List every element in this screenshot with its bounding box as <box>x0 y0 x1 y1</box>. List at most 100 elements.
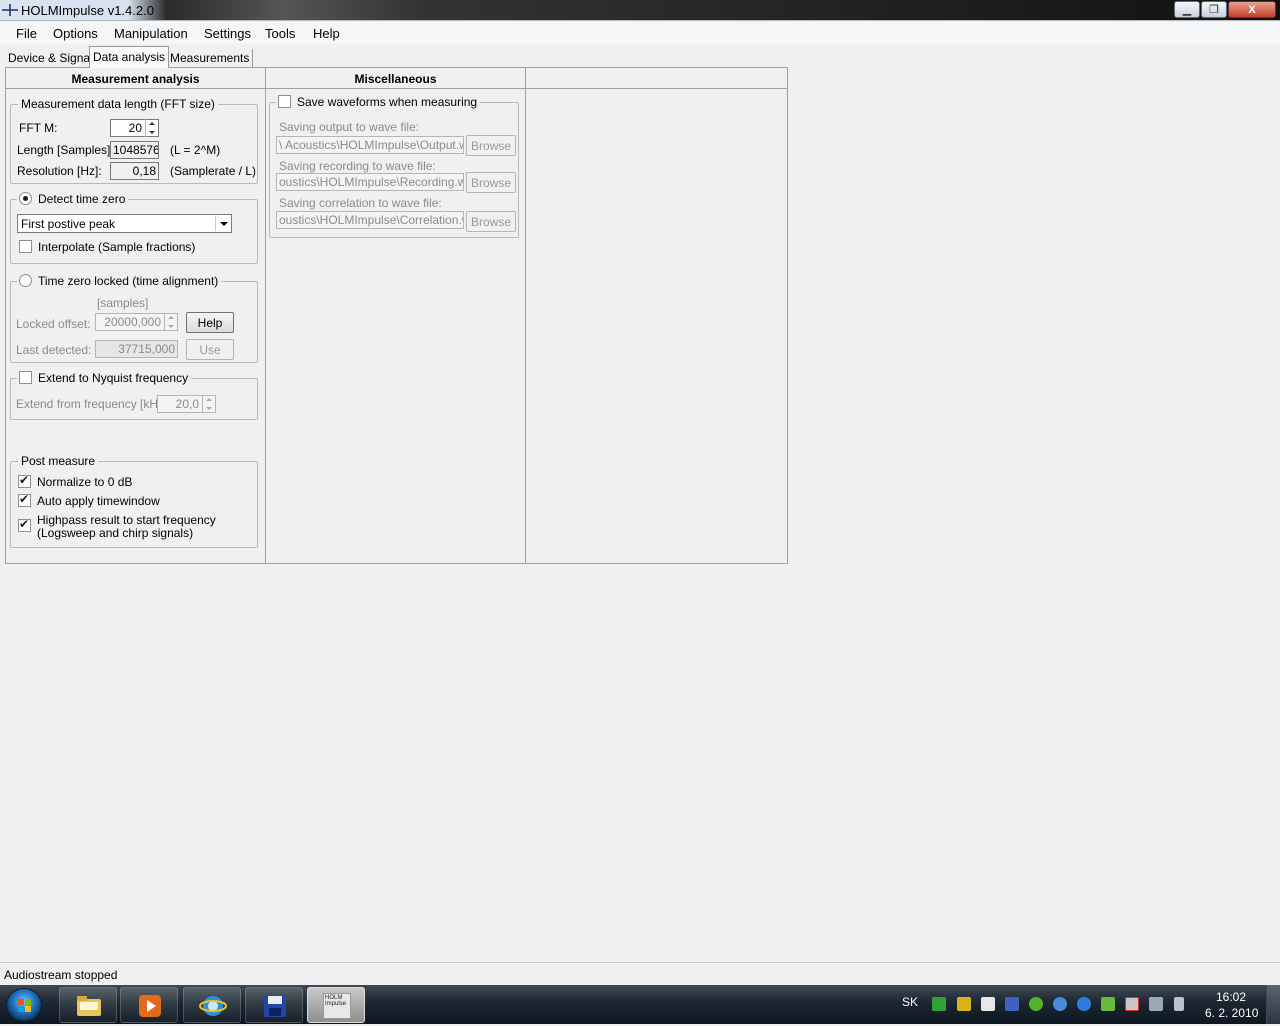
correlation-browse-button[interactable]: Browse <box>466 211 516 232</box>
extend-frequency-label: Extend from frequency [kHz]: <box>16 397 171 411</box>
time-zero-locked-radio[interactable] <box>19 274 32 287</box>
action-center-flag-icon[interactable] <box>1125 997 1139 1011</box>
network-tray-icon[interactable] <box>1053 997 1067 1011</box>
help-button[interactable]: Help <box>186 312 234 333</box>
locked-offset-spinner[interactable] <box>164 313 177 331</box>
lightning-tray-icon[interactable] <box>1077 997 1091 1011</box>
detect-legend-wrap: Detect time zero <box>17 192 129 206</box>
holmimpulse-app-icon: HOLM Impulse <box>323 993 351 1019</box>
media-player-icon <box>139 995 161 1017</box>
last-detected-label: Last detected: <box>16 343 92 357</box>
clock-date[interactable]: 6. 2. 2010 <box>1205 1006 1258 1020</box>
output-browse-button[interactable]: Browse <box>466 135 516 156</box>
minimize-button[interactable]: ▁ <box>1174 1 1200 18</box>
usb-tray-icon[interactable] <box>1101 997 1115 1011</box>
menu-options[interactable]: Options <box>53 26 98 41</box>
output-file-input[interactable]: \ Acoustics\HOLMImpulse\Output.wav <box>276 136 464 154</box>
length-label: Length [Samples]: <box>17 143 114 157</box>
battery-tray-icon[interactable] <box>957 997 971 1011</box>
resolution-value: 0,18 <box>110 162 159 180</box>
save-waveforms-legend-wrap: Save waveforms when measuring <box>276 95 481 109</box>
correlation-file-input[interactable]: oustics\HOLMImpulse\Correlation.wav <box>276 211 464 229</box>
data-analysis-panel: Measurement analysis Miscellaneous Measu… <box>5 67 788 564</box>
measurement-analysis-header: Measurement analysis <box>6 68 265 89</box>
resolution-label: Resolution [Hz]: <box>17 164 102 178</box>
post-measure-group: Post measure Normalize to 0 dB Auto appl… <box>10 454 258 548</box>
chevron-down-icon[interactable] <box>215 216 230 231</box>
detect-time-zero-label: Detect time zero <box>38 192 126 206</box>
fft-m-spinner[interactable] <box>145 119 158 137</box>
detect-time-zero-group: Detect time zero First postive peak Inte… <box>10 192 258 264</box>
taskbar-holmimpulse[interactable]: HOLM Impulse <box>307 987 365 1023</box>
recording-file-input[interactable]: oustics\HOLMImpulse\Recording.wav <box>276 173 464 191</box>
samples-unit-label: [samples] <box>97 296 149 310</box>
column-divider <box>265 68 266 563</box>
menu-manipulation[interactable]: Manipulation <box>114 26 188 41</box>
column-divider <box>525 68 526 563</box>
detect-time-zero-radio[interactable] <box>19 192 32 205</box>
taskbar-explorer[interactable] <box>59 987 117 1023</box>
window-title: HOLMImpulse v1.4.2.0 <box>21 3 154 18</box>
auto-timewindow-label: Auto apply timewindow <box>37 494 160 508</box>
fft-size-group: Measurement data length (FFT size) FFT M… <box>10 97 258 184</box>
tab-device-signal[interactable]: Device & Signal <box>5 49 97 68</box>
time-zero-locked-group: Time zero locked (time alignment) [sampl… <box>10 274 258 363</box>
internet-explorer-icon <box>199 996 227 1016</box>
grid-tray-icon[interactable] <box>1005 997 1019 1011</box>
title-bar: HOLMImpulse v1.4.2.0 ▁ ❐ X <box>0 0 1280 21</box>
recording-file-label: Saving recording to wave file: <box>279 159 436 173</box>
close-button[interactable]: X <box>1228 1 1276 18</box>
taskbar-save-app[interactable] <box>245 987 303 1023</box>
language-indicator[interactable]: SK <box>902 995 918 1009</box>
nyquist-legend-wrap: Extend to Nyquist frequency <box>17 371 192 385</box>
network-status-icon[interactable] <box>1149 997 1163 1011</box>
auto-timewindow-checkbox[interactable] <box>18 492 31 507</box>
extend-nyquist-label: Extend to Nyquist frequency <box>38 371 189 385</box>
last-detected-value: 37715,000 <box>95 340 178 358</box>
menu-help[interactable]: Help <box>313 26 340 41</box>
menu-bar: File Options Manipulation Settings Tools… <box>0 22 1280 44</box>
use-button[interactable]: Use <box>186 339 234 360</box>
tab-measurements[interactable]: Measurements <box>167 49 254 68</box>
miscellaneous-header: Miscellaneous <box>266 68 525 89</box>
normalize-label: Normalize to 0 dB <box>37 475 133 489</box>
folder-icon <box>77 996 101 1016</box>
clover-tray-icon[interactable] <box>1029 997 1043 1011</box>
tab-strip: Device & Signal Data analysis Measuremen… <box>0 45 1280 68</box>
interpolate-checkbox[interactable] <box>19 240 32 253</box>
speaker-volume-icon[interactable] <box>1174 997 1184 1011</box>
recording-browse-button[interactable]: Browse <box>466 172 516 193</box>
window-tray-icon[interactable] <box>981 997 995 1011</box>
menu-file[interactable]: File <box>16 26 37 41</box>
highpass-checkbox[interactable] <box>18 517 31 532</box>
save-waveforms-checkbox[interactable] <box>278 95 291 108</box>
nyquist-group: Extend to Nyquist frequency Extend from … <box>10 371 258 420</box>
start-button[interactable] <box>6 988 42 1022</box>
status-text: Audiostream stopped <box>4 968 118 982</box>
highpass-sublabel: (Logsweep and chirp signals) <box>37 526 194 540</box>
taskbar-internet-explorer[interactable] <box>183 987 241 1023</box>
extend-frequency-spinner[interactable] <box>202 395 215 413</box>
length-value: 1048576 <box>110 141 159 159</box>
menu-tools[interactable]: Tools <box>265 26 295 41</box>
highpass-label: Highpass result to start frequency <box>37 513 216 527</box>
taskbar-media-player[interactable] <box>120 987 178 1023</box>
tab-data-analysis[interactable]: Data analysis <box>89 46 170 68</box>
output-file-label: Saving output to wave file: <box>279 120 420 134</box>
normalize-checkbox[interactable] <box>18 473 31 488</box>
resolution-note: (Samplerate / L) <box>170 164 257 178</box>
menu-settings[interactable]: Settings <box>204 26 251 41</box>
detect-method-select[interactable]: First postive peak <box>17 214 232 233</box>
clock-time[interactable]: 16:02 <box>1216 990 1246 1004</box>
hud-tray-icon[interactable] <box>932 997 946 1011</box>
show-desktop-button[interactable] <box>1266 985 1280 1024</box>
empty-header <box>526 68 787 89</box>
floppy-disk-icon <box>264 995 286 1017</box>
detect-method-value: First postive peak <box>21 217 116 231</box>
maximize-button[interactable]: ❐ <box>1201 1 1227 18</box>
length-note: (L = 2^M) <box>170 143 221 157</box>
app-icon <box>2 4 18 16</box>
status-bar: Audiostream stopped <box>0 962 1280 985</box>
fft-group-legend: Measurement data length (FFT size) <box>18 97 218 111</box>
extend-nyquist-checkbox[interactable] <box>19 371 32 384</box>
